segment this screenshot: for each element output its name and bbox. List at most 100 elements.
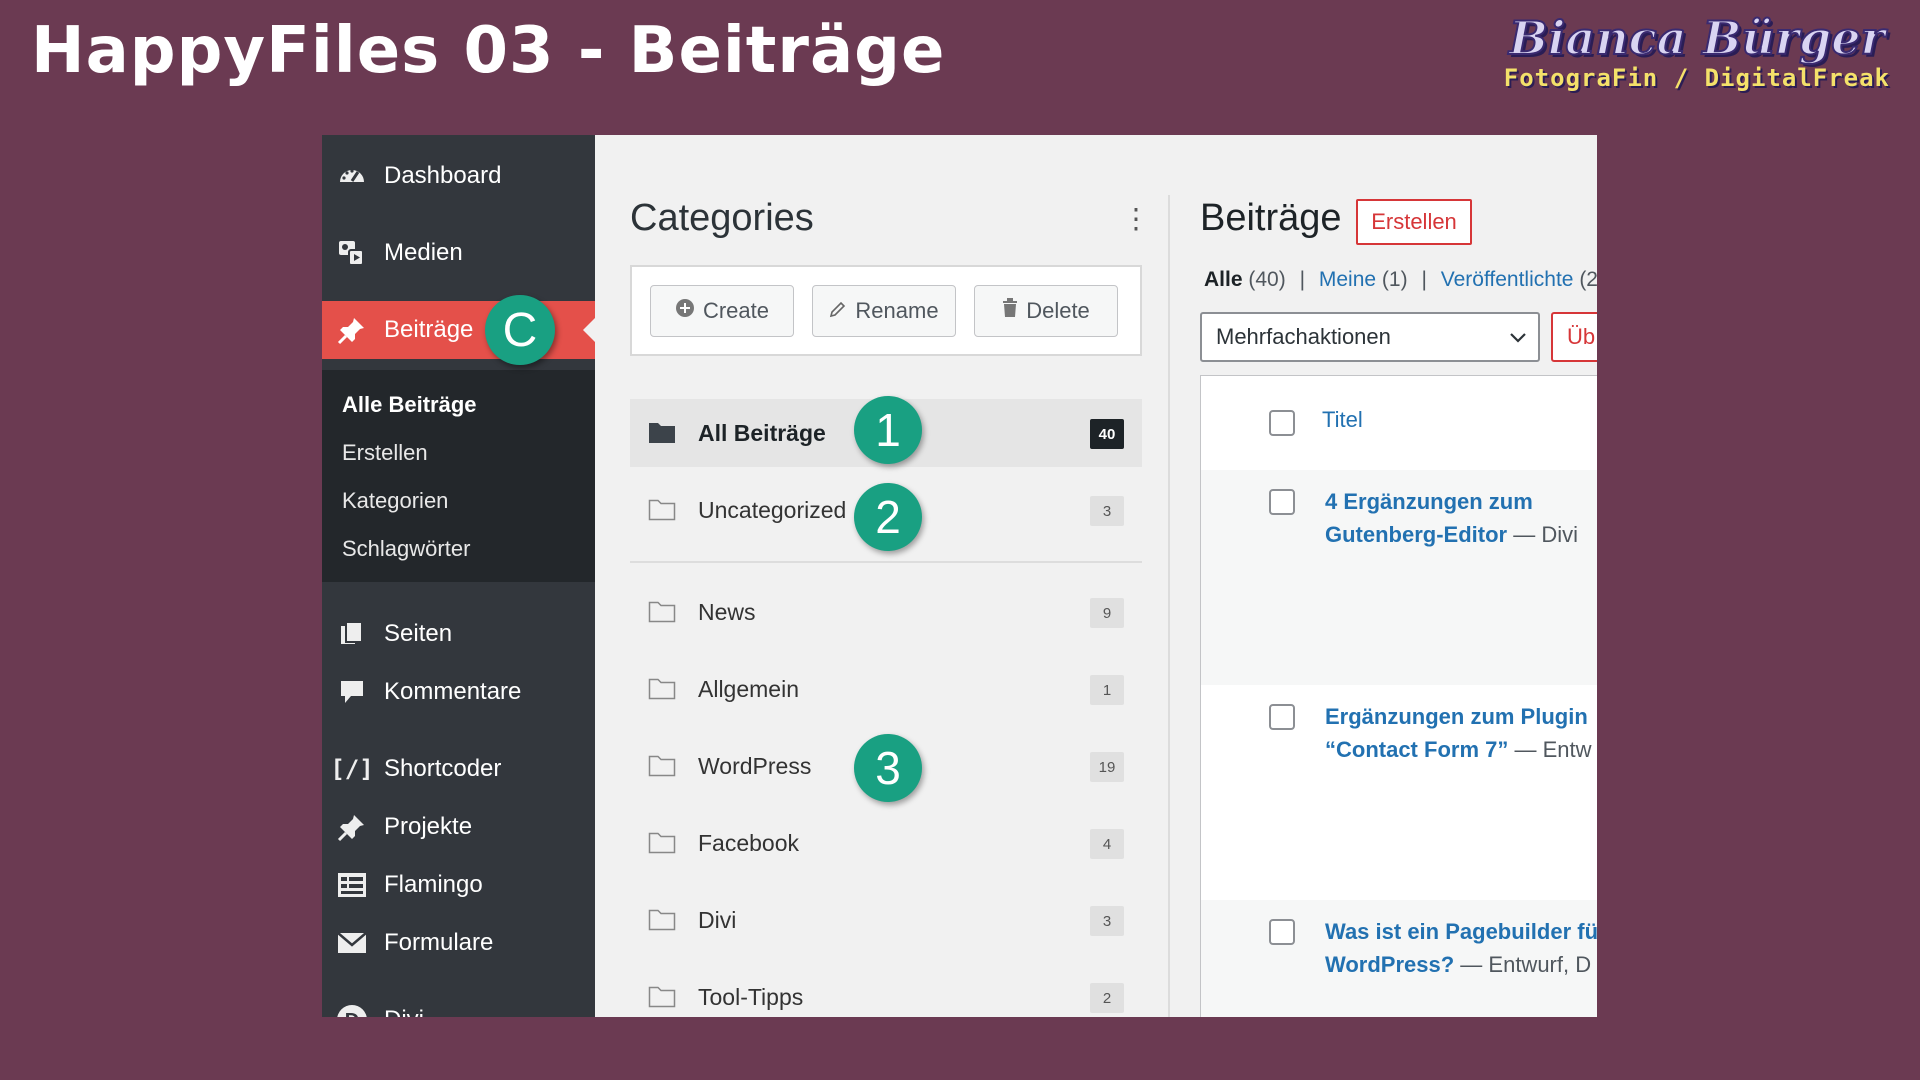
column-header-titel[interactable]: Titel [1322, 407, 1363, 433]
folder-icon [648, 984, 676, 1013]
table-row: Ergänzungen zum Plugin “Contact Form 7” … [1201, 685, 1597, 900]
filter-mine[interactable]: Meine [1319, 268, 1376, 291]
sidebar-item-formulare[interactable]: Formulare [322, 914, 595, 972]
sidebar-item-label: Beiträge [384, 316, 474, 343]
shortcode-icon: [/] [330, 755, 374, 783]
posts-title: Beiträge [1200, 197, 1342, 239]
row-checkbox[interactable] [1269, 704, 1295, 730]
submenu-item-schlagwoerter[interactable]: Schlagwörter [342, 536, 470, 562]
submenu-item-erstellen[interactable]: Erstellen [342, 440, 428, 466]
category-item-facebook[interactable]: Facebook 4 [630, 809, 1142, 877]
folder-icon [648, 599, 676, 628]
post-title-line: Ergänzungen zum Plugin [1325, 704, 1588, 729]
annotation-badge-3: 3 [854, 734, 922, 802]
category-item-allgemein[interactable]: Allgemein 1 [630, 655, 1142, 723]
table-row: Was ist ein Pagebuilder fü WordPress? — … [1201, 900, 1597, 1017]
category-divider [630, 561, 1142, 563]
table-header: Titel [1201, 376, 1597, 471]
post-title[interactable]: 4 Ergänzungen zum Gutenberg-Editor — Div… [1325, 485, 1597, 551]
sidebar-item-label: Formulare [384, 929, 494, 956]
categories-title: Categories [630, 197, 814, 239]
filter-published-count: (2 [1579, 268, 1597, 291]
sidebar-item-medien[interactable]: Medien [322, 224, 595, 282]
category-item-divi[interactable]: Divi 3 [630, 886, 1142, 954]
filter-all[interactable]: Alle [1204, 268, 1243, 291]
sidebar-item-flamingo[interactable]: Flamingo [322, 856, 595, 914]
post-meta: — Entwurf, D [1454, 952, 1592, 977]
categories-panel: Categories ⋮ Create Rename Delete All Be… [595, 135, 1168, 1017]
apply-button[interactable]: Üb [1551, 312, 1597, 362]
sidebar-item-label: Dashboard [384, 162, 502, 189]
category-name: Divi [698, 907, 737, 933]
admin-sidebar: Dashboard Medien Beiträge Alle Beiträge … [322, 135, 595, 1017]
submenu-item-alle-beitraege[interactable]: Alle Beiträge [342, 392, 477, 418]
sidebar-item-projekte[interactable]: Projekte [322, 798, 595, 856]
category-count: 4 [1090, 829, 1124, 859]
category-count: 1 [1090, 675, 1124, 705]
mail-icon [336, 927, 368, 959]
chevron-down-icon [1508, 327, 1528, 353]
category-count: 9 [1090, 598, 1124, 628]
sidebar-item-label: Medien [384, 239, 463, 266]
divi-icon: D [336, 1004, 368, 1017]
svg-text:D: D [345, 1010, 359, 1017]
select-all-checkbox[interactable] [1269, 410, 1295, 436]
category-name: Allgemein [698, 676, 799, 702]
category-count: 2 [1090, 983, 1124, 1013]
sidebar-item-divi[interactable]: D Divi [322, 991, 595, 1017]
filter-separator: | [1299, 268, 1306, 291]
category-count: 40 [1090, 419, 1124, 449]
delete-button[interactable]: Delete [974, 285, 1118, 337]
create-button[interactable]: Create [650, 285, 794, 337]
folder-icon [648, 830, 676, 859]
category-name: Tool-Tipps [698, 984, 804, 1010]
sidebar-item-label: Projekte [384, 813, 473, 840]
category-count: 3 [1090, 906, 1124, 936]
category-name: News [698, 599, 756, 625]
post-meta: — Entw [1508, 737, 1592, 762]
media-icon [336, 237, 368, 269]
bulk-actions-select[interactable]: Mehrfachaktionen [1200, 312, 1540, 362]
sidebar-item-kommentare[interactable]: Kommentare [322, 663, 595, 721]
folder-icon [648, 676, 676, 705]
category-count: 19 [1090, 752, 1124, 782]
annotation-badge-1: 1 [854, 396, 922, 464]
category-item-news[interactable]: News 9 [630, 578, 1142, 646]
pin-icon [336, 811, 368, 843]
erstellen-button[interactable]: Erstellen [1356, 199, 1472, 245]
row-checkbox[interactable] [1269, 919, 1295, 945]
filter-mine-count: (1) [1381, 268, 1408, 291]
sidebar-item-label: Shortcoder [384, 755, 502, 782]
sidebar-item-seiten[interactable]: Seiten [322, 605, 595, 663]
wordpress-screenshot: Dashboard Medien Beiträge Alle Beiträge … [322, 135, 1597, 1017]
dashboard-icon [336, 160, 368, 192]
filter-published[interactable]: Veröffentlichte [1441, 268, 1574, 291]
folder-icon [648, 497, 676, 526]
post-title-line: “Contact Form 7” [1325, 737, 1509, 762]
create-button-label: Create [702, 298, 770, 323]
post-meta: — Divi [1507, 522, 1578, 547]
sidebar-item-dashboard[interactable]: Dashboard [322, 147, 595, 205]
filter-all-count: (40) [1248, 268, 1286, 291]
pin-icon [336, 314, 368, 346]
submenu-item-kategorien[interactable]: Kategorien [342, 488, 448, 514]
page-title: HappyFiles 03 - Beiträge [31, 14, 946, 88]
post-title-line: 4 Ergänzungen zum [1325, 489, 1533, 514]
sidebar-item-label: Divi [384, 1006, 424, 1017]
category-item-tool-tipps[interactable]: Tool-Tipps 2 [630, 963, 1142, 1017]
sidebar-item-shortcoder[interactable]: [/] Shortcoder [322, 740, 595, 798]
post-title-line: Gutenberg-Editor [1325, 522, 1508, 547]
more-options-icon[interactable]: ⋮ [1122, 205, 1150, 233]
post-title[interactable]: Was ist ein Pagebuilder fü WordPress? — … [1325, 915, 1597, 981]
rename-button[interactable]: Rename [812, 285, 956, 337]
folder-icon [648, 753, 676, 782]
row-checkbox[interactable] [1269, 489, 1295, 515]
annotation-badge-c: C [485, 295, 555, 365]
pages-icon [336, 618, 368, 650]
category-count: 3 [1090, 496, 1124, 526]
plus-circle-icon [675, 298, 695, 324]
table-row: 4 Ergänzungen zum Gutenberg-Editor — Div… [1201, 470, 1597, 685]
filter-separator: | [1421, 268, 1427, 291]
post-title[interactable]: Ergänzungen zum Plugin “Contact Form 7” … [1325, 700, 1597, 766]
post-title-line: WordPress? [1325, 952, 1455, 977]
